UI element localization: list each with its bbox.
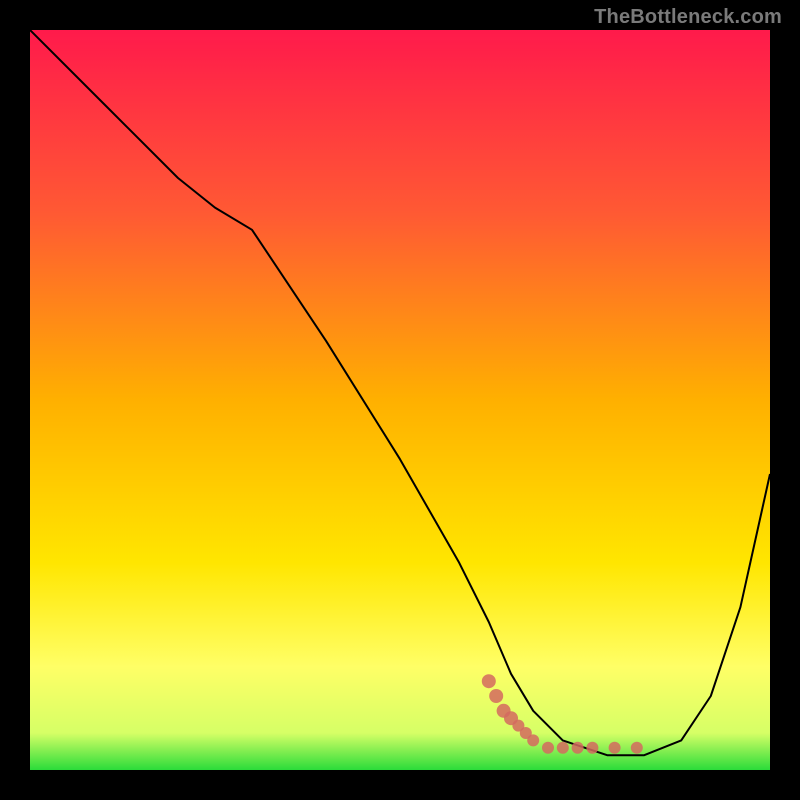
plot-area <box>30 30 770 770</box>
chart-svg <box>30 30 770 770</box>
highlight-dot <box>527 734 539 746</box>
highlight-dot <box>489 689 503 703</box>
highlight-dot <box>631 742 643 754</box>
highlight-dot <box>609 742 621 754</box>
highlight-dot <box>542 742 554 754</box>
highlight-dot <box>482 674 496 688</box>
highlight-dot <box>586 742 598 754</box>
highlight-dot <box>572 742 584 754</box>
chart-frame: TheBottleneck.com <box>0 0 800 800</box>
highlight-dot <box>557 742 569 754</box>
watermark-label: TheBottleneck.com <box>594 6 782 29</box>
